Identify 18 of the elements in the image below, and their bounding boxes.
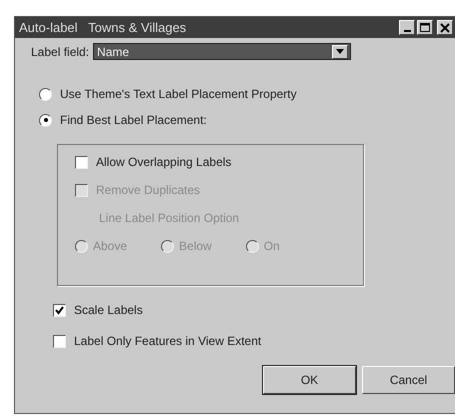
label-field-dropdown[interactable]: Name — [93, 43, 352, 60]
check-icon — [55, 306, 64, 314]
minimize-button[interactable] — [399, 20, 415, 35]
close-icon — [440, 22, 450, 32]
maximize-icon — [420, 22, 430, 32]
radio-option[interactable]: Find Best Label Placement: — [39, 113, 455, 127]
checkbox-option[interactable]: Label Only Features in View Extent — [53, 334, 455, 348]
minimize-icon — [404, 30, 410, 32]
cancel-button[interactable]: Cancel — [362, 366, 455, 394]
checkbox-option[interactable]: Allow Overlapping Labels — [75, 155, 363, 169]
maximize-button[interactable] — [417, 20, 433, 35]
checkbox-option[interactable]: Scale Labels — [53, 303, 455, 317]
ok-button[interactable]: OK — [263, 366, 356, 394]
window-title: Auto-label Towns & Villages — [19, 20, 186, 35]
section-label: Line Label Position Option — [99, 211, 240, 225]
radio-option[interactable]: Use Theme's Text Label Placement Property — [39, 87, 455, 101]
close-button[interactable] — [437, 20, 453, 35]
field-label: Label field: — [31, 44, 90, 58]
